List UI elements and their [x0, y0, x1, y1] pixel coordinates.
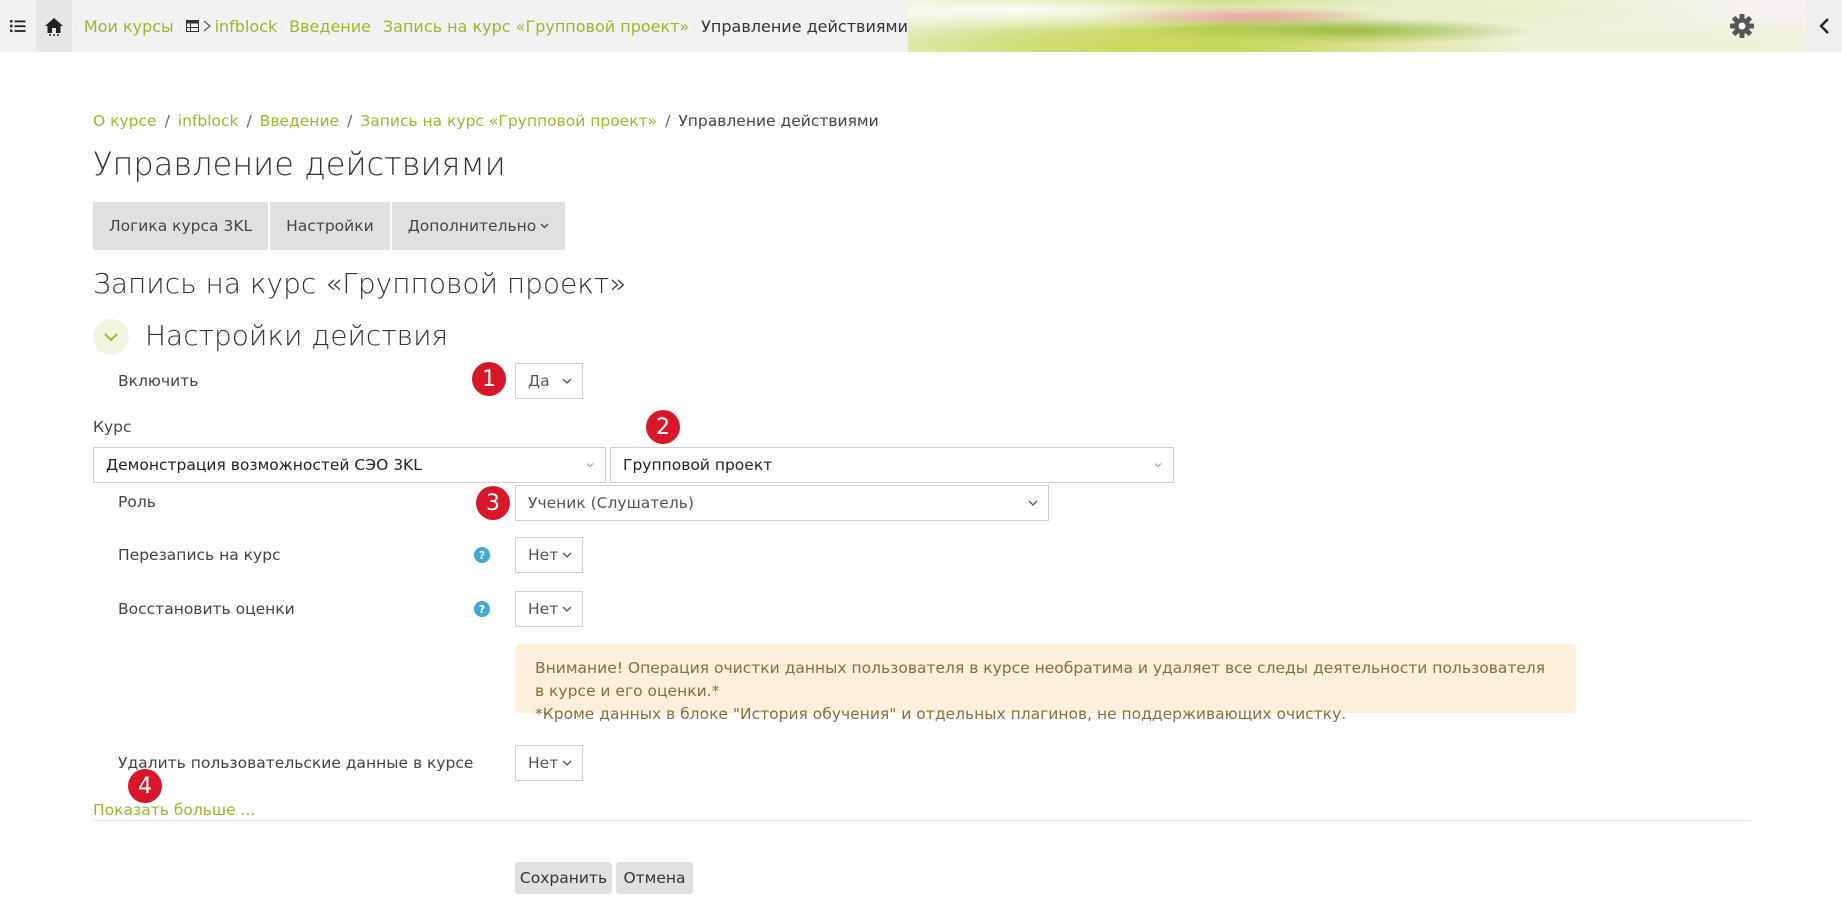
divider: [93, 820, 1751, 821]
chevron-down-icon: [562, 378, 572, 384]
breadcrumb-current: Управление действиями: [678, 112, 879, 130]
role-label: Роль: [118, 493, 156, 511]
role-select-value: Ученик (Слушатель): [528, 494, 694, 512]
course-module-select-value: Групповой проект: [623, 456, 773, 474]
chevron-right-icon: [177, 24, 180, 28]
fieldset-collapse-toggle[interactable]: [93, 319, 129, 355]
page-title: Управление действиями: [93, 145, 506, 183]
enable-select[interactable]: Да: [515, 363, 583, 399]
save-button[interactable]: Сохранить: [515, 862, 612, 894]
annotation-badge-1: 1: [472, 362, 506, 396]
fieldset-title[interactable]: Настройки действия: [145, 319, 448, 352]
secondary-nav: Логика курса 3KL Настройки Дополнительно: [93, 202, 567, 250]
breadcrumb-separator: /: [246, 112, 252, 130]
chevron-right-icon: [375, 24, 377, 28]
navbar-crumb-section[interactable]: Введение: [289, 17, 371, 36]
chevron-down-icon: [104, 332, 118, 341]
chevron-left-icon: [1819, 18, 1829, 34]
delete-userdata-label: Удалить пользовательские данные в курсе: [118, 754, 474, 772]
chevron-down-icon: [586, 463, 594, 468]
reenroll-select-value: Нет: [528, 546, 559, 564]
list-icon: [10, 20, 26, 33]
annotation-badge-2: 2: [646, 410, 680, 444]
course-select[interactable]: Демонстрация возможностей СЭО 3KL: [93, 447, 606, 483]
cancel-button[interactable]: Отмена: [616, 862, 693, 894]
enable-label: Включить: [118, 372, 199, 390]
breadcrumb-infblock[interactable]: infblock: [178, 112, 239, 130]
tab-settings[interactable]: Настройки: [270, 202, 390, 250]
tab-course-logic[interactable]: Логика курса 3KL: [93, 202, 269, 250]
enable-select-value: Да: [528, 372, 550, 390]
chevron-right-icon: [281, 24, 283, 28]
chevron-down-icon: [540, 223, 549, 229]
navbar-crumb-activity[interactable]: Запись на курс «Групповой проект»: [383, 17, 689, 36]
role-select[interactable]: Ученик (Слушатель): [515, 485, 1049, 521]
breadcrumb-activity[interactable]: Запись на курс «Групповой проект»: [360, 112, 657, 130]
delete-userdata-select-value: Нет: [528, 754, 559, 772]
table-icon: [185, 20, 199, 32]
chevron-down-icon: [562, 760, 572, 766]
top-navbar: Мои курсы infblock Введение Запись на ку…: [0, 0, 1842, 52]
chevron-right-icon: [76, 24, 78, 28]
chevron-right-icon: [693, 24, 695, 28]
drawer-toggle[interactable]: [0, 0, 36, 52]
breadcrumb-separator: /: [347, 112, 353, 130]
navbar-crumb-current: Управление действиями: [701, 16, 908, 36]
home-button[interactable]: [36, 0, 72, 52]
navbar-crumb-category[interactable]: infblock: [185, 17, 277, 36]
chevron-down-icon: [562, 552, 572, 558]
course-select-value: Демонстрация возможностей СЭО 3KL: [106, 456, 422, 474]
warning-line-1: Внимание! Операция очистки данных пользо…: [535, 659, 1546, 700]
block-drawer-toggle[interactable]: [1806, 0, 1842, 52]
chevron-down-icon: [1154, 463, 1162, 468]
annotation-badge-3: 3: [476, 486, 510, 520]
restore-grades-select[interactable]: Нет: [515, 591, 583, 627]
delete-userdata-select[interactable]: Нет: [515, 745, 583, 781]
breadcrumb: О курсе / infblock / Введение / Запись на курс…: [93, 112, 879, 130]
breadcrumb-intro[interactable]: Введение: [260, 112, 339, 130]
breadcrumb-separator: /: [665, 112, 671, 130]
header-banner: [908, 0, 1806, 52]
warning-alert: Внимание! Операция очистки данных пользо…: [515, 644, 1576, 723]
chevron-down-icon: [562, 606, 572, 612]
navbar-breadcrumb: Мои курсы infblock Введение Запись на ку…: [72, 0, 908, 52]
course-label: Курс: [93, 418, 132, 436]
chevron-down-icon: [1028, 500, 1038, 506]
home-icon: [45, 18, 63, 36]
chevron-right-icon: [203, 20, 211, 32]
tab-more-label: Дополнительно: [407, 217, 537, 235]
reenroll-label: Перезапись на курс: [118, 546, 281, 564]
restore-grades-select-value: Нет: [528, 600, 559, 618]
breadcrumb-separator: /: [164, 112, 170, 130]
breadcrumb-about-course[interactable]: О курсе: [93, 112, 157, 130]
show-more-link[interactable]: Показать больше ...: [93, 801, 255, 819]
warning-line-2: *Кроме данных в блоке "История обучения"…: [535, 705, 1347, 723]
course-module-select[interactable]: Групповой проект: [610, 447, 1174, 483]
help-icon[interactable]: ?: [474, 547, 490, 563]
annotation-badge-4: 4: [128, 769, 162, 803]
help-icon[interactable]: ?: [474, 601, 490, 617]
reenroll-select[interactable]: Нет: [515, 537, 583, 573]
restore-grades-label: Восстановить оценки: [118, 600, 295, 618]
navbar-crumb-my-courses[interactable]: Мои курсы: [84, 17, 174, 36]
gear-icon[interactable]: [1728, 12, 1756, 40]
tab-more[interactable]: Дополнительно: [391, 202, 566, 250]
section-title: Запись на курс «Групповой проект»: [93, 267, 627, 300]
